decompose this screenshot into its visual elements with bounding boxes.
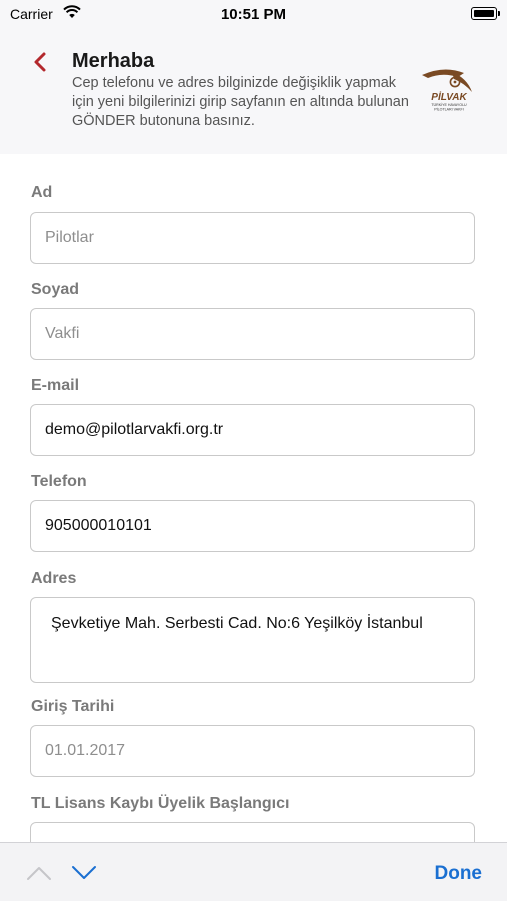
email-value: demo@pilotlarvakfi.org.tr: [45, 421, 224, 438]
previous-field-chevron-icon[interactable]: [26, 865, 52, 881]
logo-tagline-1: TÜRKİYE HAVAYOLU: [431, 102, 467, 107]
back-chevron-icon[interactable]: [30, 50, 52, 74]
status-time: 10:51 PM: [220, 6, 287, 23]
profile-form: Ad Pilotlar Soyad Vakfi E-mail demo@pilo…: [0, 154, 507, 842]
address-field[interactable]: Şevketiye Mah. Serbesti Cad. No:6 Yeşilk…: [30, 597, 475, 683]
last-name-label: Soyad: [31, 281, 80, 298]
license-loss-start-field[interactable]: [30, 822, 475, 842]
keyboard-toolbar: Done: [0, 842, 507, 901]
logo-tagline-2: PİLOTLARI VAKFI: [434, 107, 464, 112]
page-description: Cep telefonu ve adres bilginizde değişik…: [72, 75, 409, 129]
logo-wordmark: PİLVAK: [431, 90, 467, 103]
address-value: Şevketiye Mah. Serbesti Cad. No:6 Yeşilk…: [51, 615, 423, 632]
page-header: Merhaba Cep telefonu ve adres bilginizde…: [0, 28, 507, 154]
battery-icon: [471, 7, 500, 20]
email-label: E-mail: [31, 377, 80, 394]
status-bar: Carrier 10:51 PM: [0, 0, 507, 28]
join-date-field[interactable]: 01.01.2017: [30, 725, 475, 777]
phone-field[interactable]: 905000010101: [30, 500, 475, 552]
done-button[interactable]: Done: [435, 863, 483, 885]
first-name-label: Ad: [31, 184, 53, 201]
join-date-label: Giriş Tarihi: [31, 698, 115, 715]
last-name-field[interactable]: Vakfi: [30, 308, 475, 360]
license-loss-start-label: TL Lisans Kaybı Üyelik Başlangıcı: [31, 795, 290, 812]
page-title: Merhaba: [72, 50, 155, 72]
address-label: Adres: [31, 570, 77, 587]
phone-label: Telefon: [31, 473, 87, 490]
first-name-field[interactable]: Pilotlar: [30, 212, 475, 264]
next-field-chevron-icon[interactable]: [71, 865, 97, 881]
pilvak-logo: PİLVAK TÜRKİYE HAVAYOLU PİLOTLARI VAKFI: [422, 69, 472, 112]
phone-value: 905000010101: [45, 517, 152, 534]
first-name-value: Pilotlar: [45, 229, 94, 246]
email-field[interactable]: demo@pilotlarvakfi.org.tr: [30, 404, 475, 456]
join-date-value: 01.01.2017: [45, 742, 126, 759]
last-name-value: Vakfi: [45, 325, 80, 342]
